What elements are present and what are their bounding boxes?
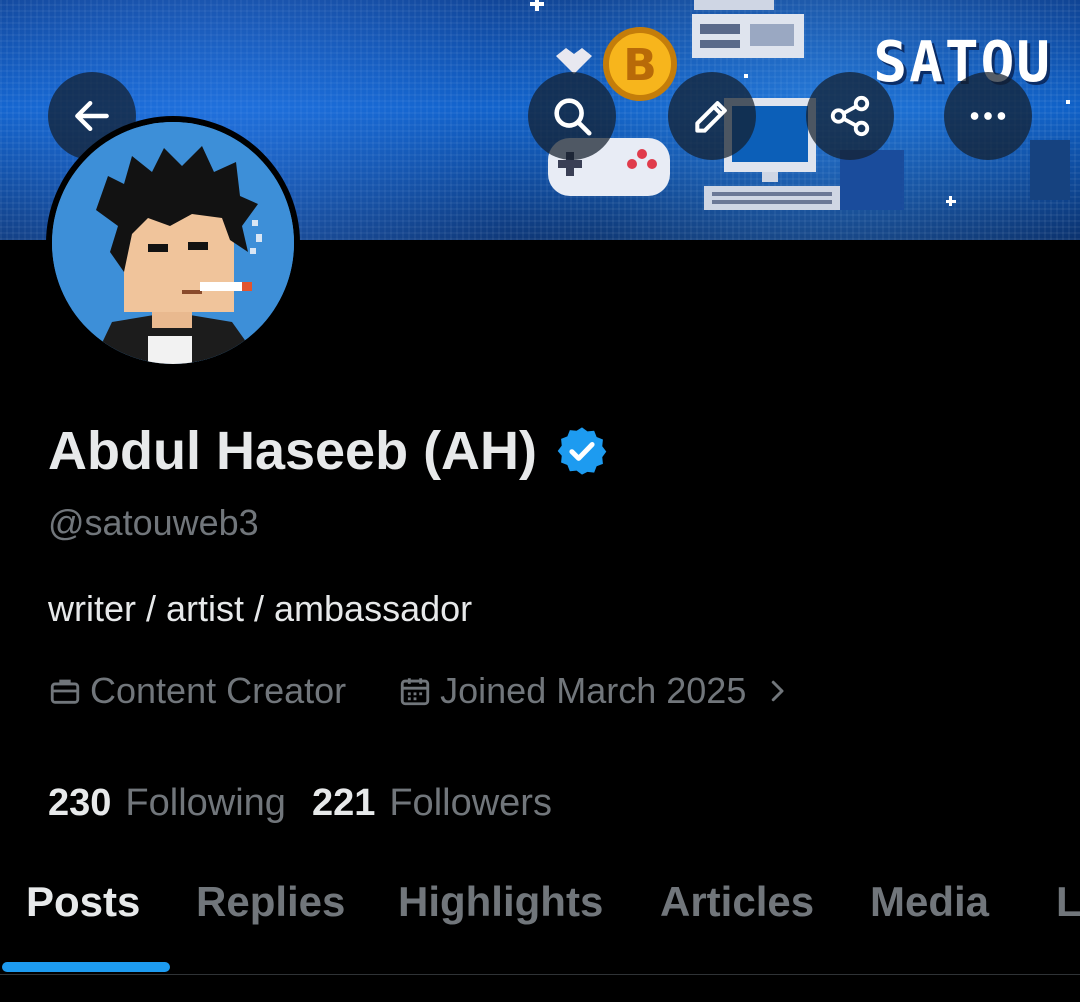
profile-meta-row: Content Creator Joined March 2025	[48, 670, 792, 712]
edit-pen-icon	[695, 101, 727, 133]
profile-tabs: Posts Replies Highlights Articles Media …	[0, 878, 1080, 974]
follow-stats: 230 Following 221 Followers	[48, 782, 552, 825]
profile-name-row: Abdul Haseeb (AH)	[48, 420, 609, 482]
active-tab-indicator	[2, 962, 170, 972]
tab-articles[interactable]: Articles	[660, 878, 814, 926]
share-icon	[830, 95, 870, 137]
edit-button[interactable]	[668, 72, 756, 160]
pixel-portrait-illustration	[52, 122, 294, 364]
svg-text:B: B	[623, 40, 657, 91]
share-button[interactable]	[806, 72, 894, 160]
following-count: 230	[48, 782, 112, 824]
category-label: Content Creator	[90, 670, 347, 711]
profile-category: Content Creator	[48, 670, 346, 712]
joined-date-link[interactable]: Joined March 2025	[398, 670, 792, 712]
display-name: Abdul Haseeb (AH)	[48, 421, 538, 481]
followers-link[interactable]: 221 Followers	[312, 782, 552, 825]
tabs-divider	[0, 974, 1080, 975]
tab-media[interactable]: Media	[870, 878, 989, 926]
followers-count: 221	[311, 782, 376, 824]
profile-handle: @satouweb3	[48, 502, 259, 543]
following-link[interactable]: 230 Following	[48, 782, 286, 825]
chevron-right-icon	[772, 680, 784, 702]
following-label: Following	[125, 782, 286, 824]
arrow-left-icon	[75, 100, 109, 132]
tab-posts[interactable]: Posts	[26, 878, 140, 926]
profile-bio: writer / artist / ambassador	[48, 588, 473, 629]
calendar-icon	[400, 678, 430, 706]
search-icon	[554, 98, 592, 136]
search-button[interactable]	[528, 72, 616, 160]
tab-highlights[interactable]: Highlights	[398, 878, 603, 926]
profile-avatar[interactable]	[46, 116, 300, 370]
tab-replies[interactable]: Replies	[196, 878, 345, 926]
avatar-image	[52, 122, 294, 364]
followers-label: Followers	[389, 782, 552, 824]
tab-likes-truncated[interactable]: L	[1056, 878, 1080, 926]
more-horizontal-icon	[970, 112, 1006, 120]
more-options-button[interactable]	[944, 72, 1032, 160]
joined-label: Joined March 2025	[440, 670, 747, 711]
briefcase-icon	[50, 679, 80, 704]
verified-badge-icon[interactable]	[555, 424, 609, 478]
